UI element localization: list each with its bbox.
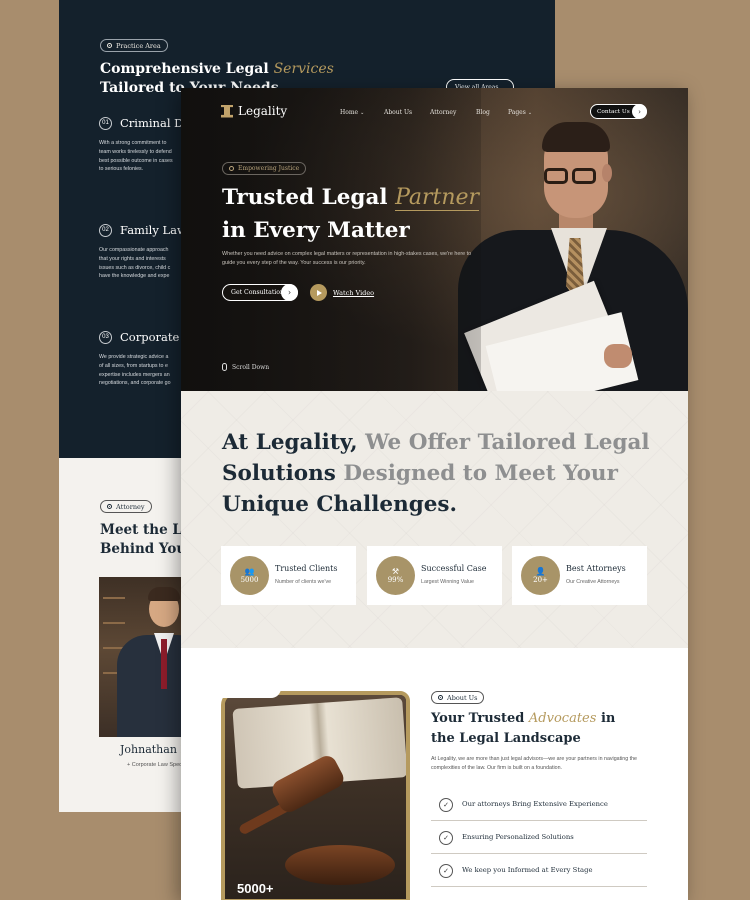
about-description: At Legality, we are more than just legal…	[431, 756, 637, 771]
arrow-right-icon: ›	[281, 284, 298, 301]
service-title: Family Law	[120, 223, 187, 237]
stat-subtitle: Largest Winning Value	[421, 579, 474, 585]
about-section: 5000+ About Us Your Trusted Advocates in…	[181, 648, 688, 900]
site-logo[interactable]: Legality	[221, 104, 287, 118]
pill-dot-icon	[438, 695, 443, 700]
service-number: 02	[99, 223, 112, 237]
title-script: Services	[273, 61, 334, 77]
stat-value: 20+	[533, 575, 548, 584]
pill-label: Attorney	[116, 502, 145, 511]
nav-item-home[interactable]: Home ⌄	[340, 109, 364, 116]
badge-check-icon: ✓	[439, 831, 453, 845]
hero-lawyer-image	[456, 118, 688, 391]
about-image-frame: 5000+	[221, 691, 410, 900]
about-title: Your Trusted Advocates in the Legal Land…	[431, 711, 616, 746]
stat-title: Successful Case	[421, 564, 487, 573]
hero-eyebrow-pill: Empowering Justice	[222, 162, 307, 175]
stat-badge: ⚒ 99%	[376, 556, 415, 595]
front-page-preview: Legality Home ⌄ About Us Attorney Blog Pa…	[181, 88, 688, 900]
button-label: Contact Us	[597, 108, 630, 115]
watch-video-link[interactable]: Watch Video	[310, 284, 374, 301]
gavel-icon: ⚒	[391, 566, 400, 576]
stat-subtitle: Our Creative Attorneys	[566, 579, 620, 585]
feature-text: We keep you Informed at Every Stage	[462, 866, 593, 874]
pill-label: Empowering Justice	[238, 165, 300, 172]
pill-label: About Us	[447, 693, 478, 702]
tailored-heading: At Legality, We Offer Tailored Legal Sol…	[222, 430, 650, 517]
scroll-down-link[interactable]: Scroll Down	[222, 363, 269, 371]
mouse-icon	[222, 363, 227, 371]
pill-label: Practice Area	[116, 41, 161, 50]
users-icon: 👥	[244, 566, 255, 576]
hero-section: Legality Home ⌄ About Us Attorney Blog Pa…	[181, 88, 688, 391]
service-number: 01	[99, 116, 112, 130]
contact-us-button[interactable]: Contact Us ›	[590, 104, 647, 119]
stat-card-cases: ⚒ 99% Successful Case Largest Winning Va…	[367, 546, 502, 605]
feature-item: ✓ We keep you Informed at Every Stage	[431, 854, 647, 887]
feature-text: Our attorneys Bring Extensive Experience	[462, 800, 608, 808]
feature-item: ✓ Our attorneys Bring Extensive Experien…	[431, 788, 647, 821]
stat-badge: 👥 5000	[230, 556, 269, 595]
about-title-script: Advocates	[528, 711, 597, 726]
badge-check-icon: ✓	[439, 864, 453, 878]
watch-video-label: Watch Video	[333, 288, 375, 297]
title-text: Comprehensive Legal	[100, 61, 269, 77]
nav-item-attorney[interactable]: Attorney	[430, 109, 456, 116]
arrow-right-icon: ›	[632, 104, 647, 119]
stat-title: Best Attorneys	[566, 564, 626, 573]
scroll-label: Scroll Down	[232, 363, 270, 371]
hero-description: Whether you need advice on complex legal…	[222, 251, 472, 266]
hero-title-script: Partner	[395, 185, 480, 211]
stat-card-clients: 👥 5000 Trusted Clients Number of clients…	[221, 546, 356, 605]
nav-item-pages[interactable]: Pages ⌄	[508, 109, 532, 116]
practice-area-pill: Practice Area	[100, 39, 168, 52]
pill-dot-icon	[229, 166, 234, 171]
stat-badge: 👤 20+	[521, 556, 560, 595]
about-us-pill: About Us	[431, 691, 485, 704]
chevron-down-icon: ⌄	[527, 110, 533, 116]
attorney-pill: Attorney	[100, 500, 152, 513]
stat-title: Trusted Clients	[275, 564, 338, 573]
get-consultation-button[interactable]: Get Consultation ›	[222, 284, 298, 301]
image-count: 5000+	[237, 881, 274, 896]
feature-text: Ensuring Personalized Solutions	[462, 833, 574, 841]
pill-dot-icon	[107, 43, 112, 48]
user-icon: 👤	[535, 566, 546, 576]
stat-value: 5000	[240, 575, 259, 584]
hero-title: Trusted Legal Partner in Every Matter	[222, 185, 480, 243]
stat-subtitle: Number of clients we've	[275, 579, 332, 585]
nav-item-about-us[interactable]: About Us	[384, 109, 412, 116]
nav-item-blog[interactable]: Blog	[476, 109, 490, 116]
pillar-icon	[221, 104, 233, 118]
service-number: 03	[99, 330, 112, 344]
tailored-section: At Legality, We Offer Tailored Legal Sol…	[181, 391, 688, 648]
logo-text: Legality	[238, 104, 288, 118]
pill-dot-icon	[107, 504, 112, 509]
stat-value: 99%	[387, 575, 404, 584]
badge-check-icon: ✓	[439, 798, 453, 812]
feature-item: ✓ Ensuring Personalized Solutions	[431, 821, 647, 854]
stat-card-attorneys: 👤 20+ Best Attorneys Our Creative Attorn…	[512, 546, 647, 605]
button-label: Get Consultation	[231, 289, 284, 296]
chevron-down-icon: ⌄	[360, 110, 365, 116]
play-icon	[310, 284, 327, 301]
